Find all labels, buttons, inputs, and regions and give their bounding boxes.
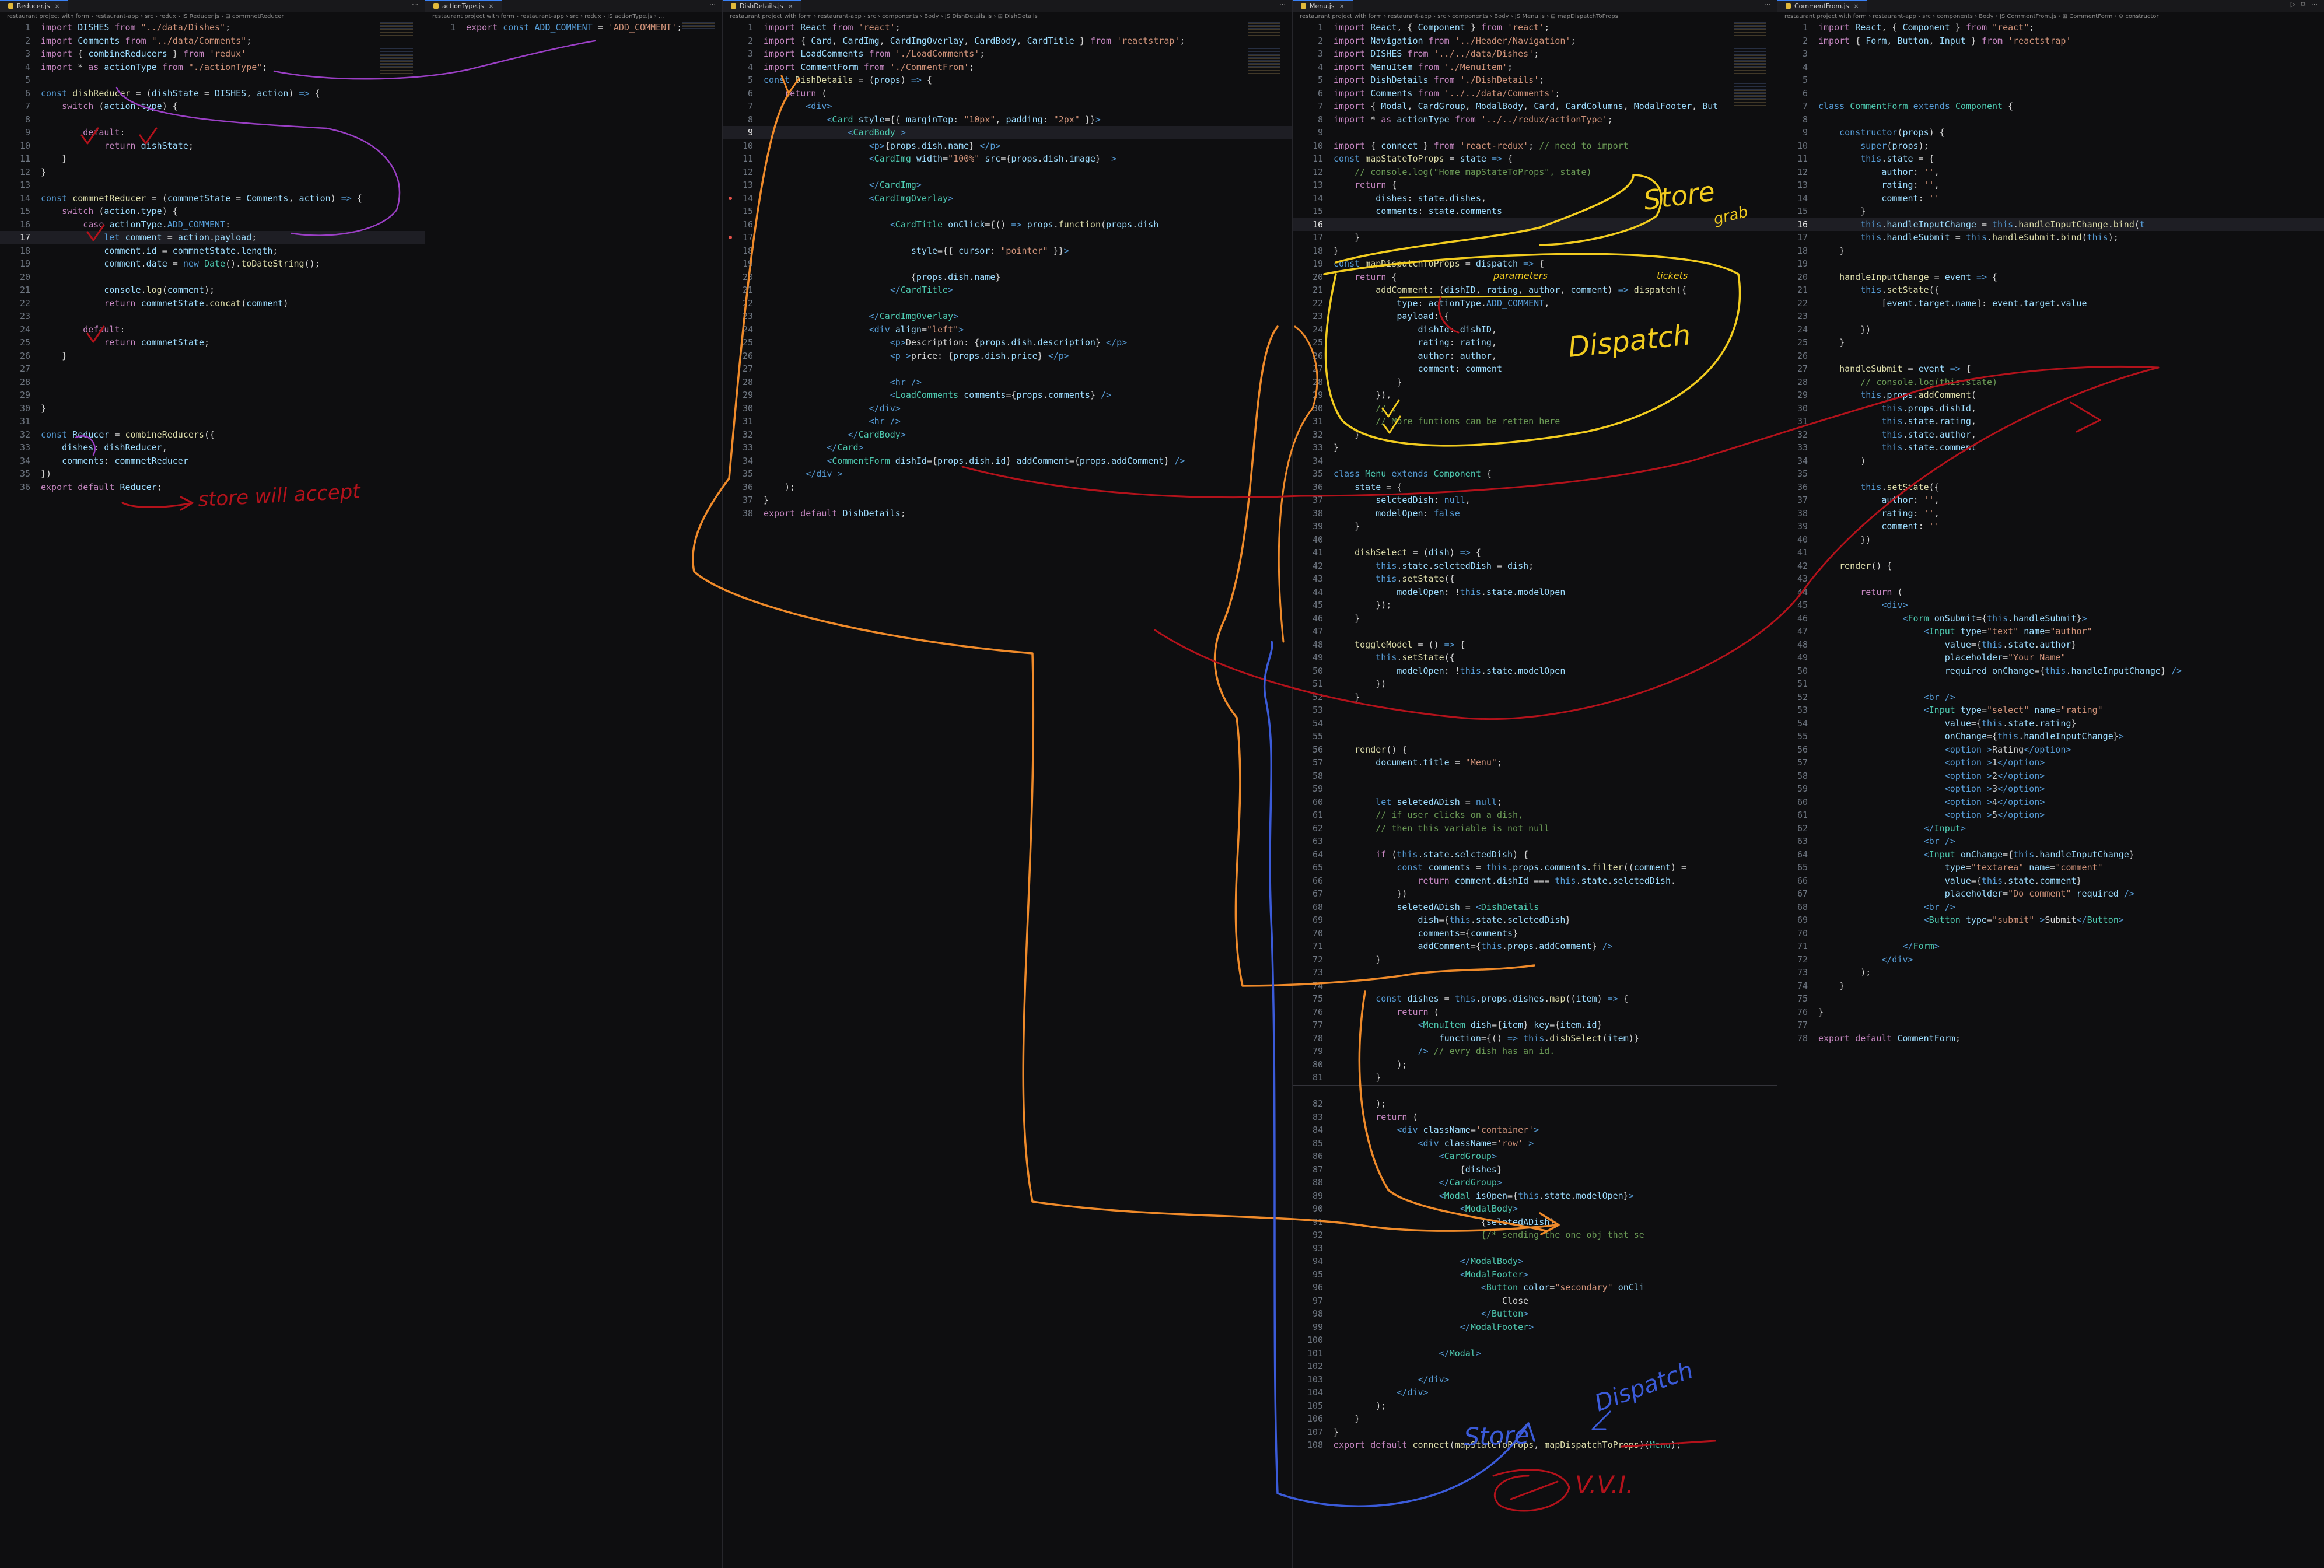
breadcrumb[interactable]: restaurant project with form › restauran… — [425, 12, 722, 22]
more-actions-icon[interactable]: ⋯ — [1764, 1, 1772, 8]
tab-label: DishDetails.js — [740, 2, 783, 10]
tab-dishdetails[interactable]: DishDetails.js × — [723, 0, 802, 12]
code-area[interactable]: 1 import DISHES from "../data/Dishes"; 2i… — [0, 21, 425, 1568]
js-file-icon — [433, 4, 439, 9]
js-file-icon — [731, 4, 736, 9]
code-area[interactable]: 1 import React from 'react'; 2 import { Ca… — [723, 21, 1292, 1568]
close-icon[interactable]: × — [1853, 2, 1859, 10]
editor-pane-reducer: Reducer.js × ⋯ restaurant project with fo… — [0, 0, 425, 1568]
tab-label: CommentFrom.js — [1794, 2, 1849, 10]
tab-bar: Reducer.js × ⋯ — [0, 0, 425, 12]
editor-pane-menu: Menu.js × ⋯ restaurant project with form … — [1293, 0, 1777, 1568]
split-editor-icon[interactable]: ▷ ⧉ ⋯ — [2291, 1, 2319, 9]
more-actions-icon[interactable]: ⋯ — [412, 1, 420, 8]
more-actions-icon[interactable]: ⋯ — [709, 1, 718, 8]
tab-reducer[interactable]: Reducer.js × — [0, 0, 68, 12]
js-file-icon — [1786, 4, 1791, 9]
js-file-icon — [1301, 4, 1306, 9]
tab-bar: DishDetails.js × ⋯ — [723, 0, 1292, 12]
tab-actiontype[interactable]: actionType.js × — [425, 0, 502, 12]
more-actions-icon[interactable]: ⋯ — [1279, 1, 1287, 8]
js-file-icon — [8, 4, 13, 9]
tab-bar: CommentFrom.js × ▷ ⧉ ⋯ — [1777, 0, 2324, 12]
editor-pane-actiontype: actionType.js × ⋯ restaurant project with… — [425, 0, 723, 1568]
tab-bar: Menu.js × ⋯ — [1293, 0, 1777, 12]
tab-label: Menu.js — [1310, 2, 1335, 10]
breadcrumb[interactable]: restaurant project with form › restauran… — [0, 12, 425, 22]
code-area[interactable]: 1 export const ADD_COMMENT = 'ADD_COMMENT… — [425, 21, 722, 1568]
close-icon[interactable]: × — [488, 2, 494, 10]
tab-menu[interactable]: Menu.js × — [1293, 0, 1353, 12]
code-area[interactable]: 1 import React, { Component } from 'react… — [1293, 21, 1777, 1568]
tab-commentform[interactable]: CommentFrom.js × — [1777, 0, 1867, 12]
editor-pane-commentform: CommentFrom.js × ▷ ⧉ ⋯ restaurant project… — [1777, 0, 2324, 1568]
breadcrumb[interactable]: restaurant project with form › restauran… — [723, 12, 1292, 22]
editor-pane-dishdetails: DishDetails.js × ⋯ restaurant project wit… — [723, 0, 1293, 1568]
close-icon[interactable]: × — [788, 2, 793, 10]
breadcrumb[interactable]: restaurant project with form › restauran… — [1293, 12, 1777, 22]
close-icon[interactable]: × — [54, 2, 60, 10]
code-area[interactable]: 1 import React, { Component } from "react… — [1777, 21, 2324, 1568]
tab-label: Reducer.js — [17, 2, 50, 10]
tab-label: actionType.js — [442, 2, 484, 10]
tab-bar: actionType.js × ⋯ — [425, 0, 722, 12]
breadcrumb[interactable]: restaurant project with form › restauran… — [1777, 12, 2324, 22]
close-icon[interactable]: × — [1339, 2, 1345, 10]
